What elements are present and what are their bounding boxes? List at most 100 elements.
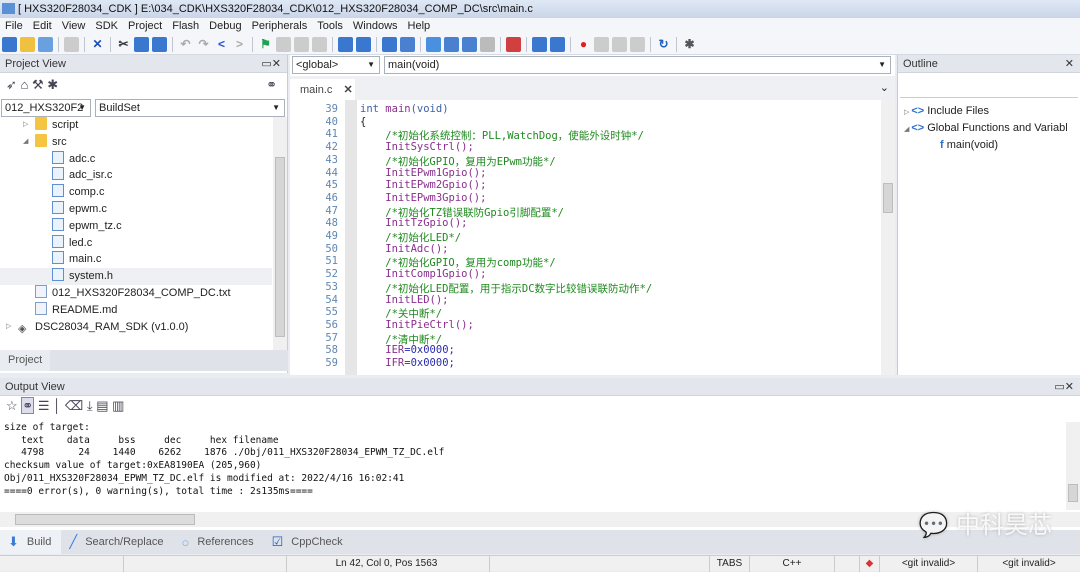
build-icon[interactable]	[400, 37, 415, 52]
bug-icon[interactable]: ✱	[47, 77, 58, 92]
save-icon[interactable]	[38, 37, 53, 52]
wrap-icon[interactable]: ☰	[38, 398, 50, 413]
close-icon[interactable]: ✕	[90, 37, 105, 52]
save-all-icon[interactable]	[64, 37, 79, 52]
back-icon[interactable]: <	[214, 37, 229, 52]
project-select[interactable]: 012_HXS320F2 ▼	[1, 99, 91, 117]
redo-icon[interactable]: ↷	[196, 37, 211, 52]
menu-tools[interactable]: Tools	[312, 18, 348, 35]
editor-scrollbar[interactable]	[881, 100, 895, 375]
download-icon[interactable]	[462, 37, 477, 52]
debug-1-icon[interactable]	[594, 37, 609, 52]
bookmark-clear-icon[interactable]	[312, 37, 327, 52]
clear-icon[interactable]: ⌫	[65, 398, 83, 413]
tree-item[interactable]: ◢ src	[0, 133, 272, 151]
expander-icon[interactable]: ◢	[23, 134, 28, 151]
menu-project[interactable]: Project	[123, 18, 167, 35]
tree-item[interactable]: main.c	[0, 251, 272, 268]
find-in-files-icon[interactable]	[382, 37, 397, 52]
debug-2-icon[interactable]	[612, 37, 627, 52]
tree-item[interactable]: epwm_tz.c	[0, 217, 272, 235]
close-tab-icon[interactable]: ✕	[343, 84, 352, 96]
bookmark-prev-icon[interactable]	[276, 37, 291, 52]
forward-icon[interactable]: >	[232, 37, 247, 52]
function-select[interactable]: main(void) ▼	[384, 56, 891, 74]
menu-flash[interactable]: Flash	[167, 18, 204, 35]
menu-view[interactable]: View	[57, 18, 91, 35]
open-folder-icon[interactable]	[20, 37, 35, 52]
bug-icon[interactable]: ✱	[682, 37, 697, 52]
line-number: 45	[325, 179, 338, 192]
menu-windows[interactable]: Windows	[348, 18, 403, 35]
menu-debug[interactable]: Debug	[204, 18, 246, 35]
expander-icon[interactable]: ▷	[6, 319, 11, 336]
tree-item[interactable]: led.c	[0, 234, 272, 252]
new-file-icon[interactable]	[2, 37, 17, 52]
tab-search-replace[interactable]: ╱ Search/Replace	[61, 530, 173, 554]
stop-build-icon[interactable]	[480, 37, 495, 52]
line-number: 41	[325, 128, 338, 141]
output-vscrollbar[interactable]	[1066, 422, 1080, 510]
tab-build[interactable]: ⬇ Build	[0, 530, 62, 554]
close-icon[interactable]: ✕	[1065, 55, 1074, 73]
home-icon[interactable]: ⌂	[21, 77, 29, 92]
link-icon[interactable]: ⚭	[21, 397, 35, 414]
menu-file[interactable]: File	[0, 18, 28, 35]
star-icon[interactable]: ☆	[6, 398, 18, 413]
outline-item[interactable]: f main(void)	[904, 137, 1074, 154]
tab-label: Search/Replace	[85, 536, 164, 548]
outline-header: Outline ✕	[898, 55, 1080, 73]
tab-project[interactable]: Project	[0, 350, 51, 371]
find-file-icon[interactable]	[356, 37, 371, 52]
find-icon[interactable]	[338, 37, 353, 52]
cut-icon[interactable]: ✂	[116, 37, 131, 52]
zoom-in-icon[interactable]	[532, 37, 547, 52]
copy-icon[interactable]	[134, 37, 149, 52]
tree-item[interactable]: ▷ script	[0, 117, 272, 134]
line-number: 58	[325, 344, 338, 357]
close-icon[interactable]: ▭✕	[261, 55, 281, 73]
scope-select[interactable]: <global> ▼	[292, 56, 380, 74]
undo-icon[interactable]: ↶	[178, 37, 193, 52]
compile-icon[interactable]	[426, 37, 441, 52]
tab-cppcheck[interactable]: ☑ CppCheck	[264, 530, 353, 554]
code-area[interactable]: 39 int main(void) 40{41 /*初始化系统控制：PLL,Watc…	[290, 100, 880, 375]
save-icon[interactable]: ⤓	[87, 398, 93, 413]
menu-sdk[interactable]: SDK	[90, 18, 123, 35]
tree-item[interactable]: adc_isr.c	[0, 167, 272, 184]
bookmark-icon[interactable]: ⚑	[258, 37, 273, 52]
tree-item[interactable]: ▷ ◈ DSC28034_RAM_SDK (v1.0.0)	[0, 319, 272, 336]
expander-icon[interactable]: ▷	[23, 117, 28, 134]
close-icon[interactable]: ▭✕	[1054, 378, 1074, 396]
menu-help[interactable]: Help	[403, 18, 436, 35]
outline-filter-input[interactable]	[900, 76, 1078, 98]
buildset-select[interactable]: BuildSet ▼	[95, 99, 285, 117]
breakpoint-icon[interactable]: ●	[576, 37, 591, 52]
chevron-down-icon[interactable]: ⌄	[880, 81, 889, 94]
tree-item[interactable]: comp.c	[0, 184, 272, 201]
rebuild-icon[interactable]	[444, 37, 459, 52]
tab-main-c[interactable]: main.c ✕	[290, 79, 355, 100]
debug-3-icon[interactable]	[630, 37, 645, 52]
tree-item[interactable]: adc.c	[0, 150, 272, 168]
copy-icon[interactable]: ▤	[96, 398, 108, 413]
tab-references[interactable]: ○ References	[173, 530, 263, 554]
tools-icon[interactable]: ⚒	[32, 77, 44, 92]
menu-peripherals[interactable]: Peripherals	[247, 18, 313, 35]
paste-icon[interactable]: ▥	[112, 398, 124, 413]
tree-item[interactable]: epwm.c	[0, 200, 272, 218]
outline-item[interactable]: ◢ <> Global Functions and Variabl	[904, 120, 1074, 137]
project-scrollbar[interactable]	[273, 117, 287, 350]
link-icon[interactable]: ⚭	[266, 77, 277, 93]
erase-icon[interactable]	[506, 37, 521, 52]
tree-item[interactable]: system.h	[0, 268, 272, 285]
outline-item[interactable]: ▷ <> Include Files	[904, 103, 1074, 120]
tree-item[interactable]: README.md	[0, 301, 272, 319]
locate-icon[interactable]: ➶	[6, 77, 17, 92]
paste-icon[interactable]	[152, 37, 167, 52]
menu-edit[interactable]: Edit	[28, 18, 57, 35]
bookmark-next-icon[interactable]	[294, 37, 309, 52]
zoom-out-icon[interactable]	[550, 37, 565, 52]
refresh-icon[interactable]: ↻	[656, 37, 671, 52]
tree-item[interactable]: 012_HXS320F28034_COMP_DC.txt	[0, 284, 272, 302]
